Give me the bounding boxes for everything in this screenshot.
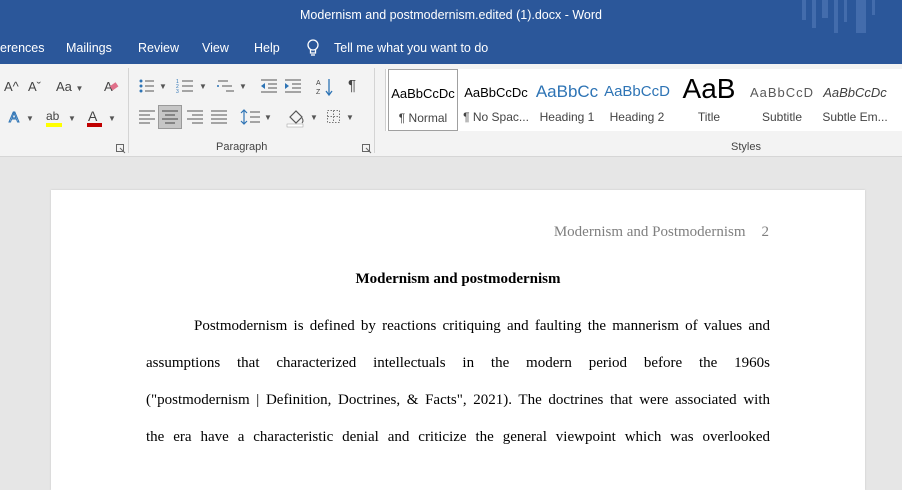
- body-line: Postmodernism is defined by reactions cr…: [194, 318, 770, 334]
- style-title[interactable]: AaB Title: [676, 69, 742, 131]
- svg-text:▼: ▼: [199, 82, 207, 91]
- style-heading-1[interactable]: AaBbCc Heading 1: [534, 69, 600, 131]
- style-normal[interactable]: AaBbCcDc ¶ Normal: [388, 69, 458, 131]
- svg-text:▼: ▼: [264, 113, 272, 122]
- tab-help[interactable]: Help: [254, 41, 280, 55]
- font-dialog-launcher-icon[interactable]: [116, 142, 126, 158]
- svg-text:▼: ▼: [108, 114, 116, 123]
- tab-references[interactable]: erences: [0, 41, 44, 55]
- svg-text:A: A: [316, 80, 321, 87]
- styles-gallery: AaBbCcDc ¶ Normal AaBbCcDc ¶ No Spac... …: [385, 69, 902, 131]
- running-head: Modernism and Postmodernism: [553, 224, 746, 240]
- svg-text:▼: ▼: [159, 82, 167, 91]
- svg-text:ab: ab: [46, 109, 60, 123]
- svg-text:▼: ▼: [68, 114, 76, 123]
- numbering-icon[interactable]: 1 2 3 ▼: [176, 77, 208, 99]
- sort-icon[interactable]: AZ: [316, 77, 334, 101]
- decrease-indent-icon[interactable]: [260, 77, 278, 99]
- align-center-icon[interactable]: [158, 105, 182, 129]
- ribbon: A^ Aˇ Aa ▼ A A ▼ ab ▼ A ▼ ▼ 1 2 3 ▼ ▼ AZ ¶: [0, 64, 902, 157]
- increase-indent-icon[interactable]: [284, 77, 302, 99]
- body-line: ("postmodernism | Definition, Doctrines,…: [146, 392, 770, 408]
- group-separator: [374, 68, 375, 153]
- align-right-icon[interactable]: [186, 109, 204, 129]
- style-heading-2[interactable]: AaBbCcD Heading 2: [604, 69, 670, 131]
- justify-icon[interactable]: [210, 109, 228, 129]
- text-effects-icon[interactable]: A ▼: [8, 108, 36, 130]
- svg-text:A: A: [9, 109, 19, 126]
- page-number: 2: [761, 224, 770, 240]
- bullets-icon[interactable]: ▼: [138, 77, 168, 99]
- tell-me-search[interactable]: Tell me what you want to do: [334, 41, 488, 55]
- svg-text:▼: ▼: [26, 114, 34, 123]
- body-line: the era have a characteristic denial and…: [146, 429, 770, 445]
- group-separator: [128, 68, 129, 153]
- shading-icon[interactable]: ▼: [286, 108, 320, 132]
- style-subtitle[interactable]: AaBbCcD Subtitle: [748, 69, 816, 131]
- paragraph-group-label: Paragraph: [216, 141, 268, 153]
- clear-formatting-icon[interactable]: A: [103, 78, 119, 98]
- paragraph-dialog-launcher-icon[interactable]: [362, 142, 372, 158]
- tab-review[interactable]: Review: [138, 41, 179, 55]
- title-bar: Modernism and postmodernism.edited (1).d…: [0, 0, 902, 33]
- svg-text:▼: ▼: [346, 113, 354, 122]
- svg-text:▼: ▼: [239, 82, 247, 91]
- multilevel-list-icon[interactable]: ▼: [216, 77, 248, 99]
- menu-bar: erences Mailings Review View Help Tell m…: [0, 33, 902, 64]
- title-bar-decoration: [792, 0, 902, 33]
- grow-font-icon[interactable]: A^: [4, 79, 19, 95]
- show-formatting-icon[interactable]: ¶: [348, 78, 356, 94]
- tab-view[interactable]: View: [202, 41, 229, 55]
- shrink-font-icon[interactable]: Aˇ: [28, 79, 41, 95]
- lightbulb-icon: [306, 39, 320, 60]
- document-canvas[interactable]: Modernism and Postmodernism 2 Modernism a…: [0, 158, 902, 490]
- line-spacing-icon[interactable]: ▼: [240, 108, 272, 130]
- font-color-icon[interactable]: A ▼: [86, 108, 120, 132]
- svg-text:▼: ▼: [310, 113, 318, 122]
- document-page[interactable]: Modernism and Postmodernism 2 Modernism a…: [51, 190, 865, 490]
- change-case-icon[interactable]: Aa ▼: [56, 79, 83, 97]
- tab-mailings[interactable]: Mailings: [66, 41, 112, 55]
- page-header: Modernism and Postmodernism 2: [554, 224, 769, 241]
- svg-text:A: A: [88, 108, 98, 124]
- svg-text:3: 3: [176, 89, 179, 95]
- body-line: assumptions that characterized intellect…: [146, 355, 770, 371]
- svg-text:Z: Z: [316, 89, 321, 96]
- borders-icon[interactable]: ▼: [326, 108, 358, 130]
- style-no-spacing[interactable]: AaBbCcDc ¶ No Spac...: [460, 69, 532, 131]
- align-left-icon[interactable]: [138, 109, 156, 129]
- window-title: Modernism and postmodernism.edited (1).d…: [300, 8, 602, 22]
- style-subtle-emphasis[interactable]: AaBbCcDc Subtle Em...: [820, 69, 890, 131]
- styles-group-label: Styles: [731, 141, 761, 153]
- highlight-color-icon[interactable]: ab ▼: [44, 108, 78, 132]
- document-title: Modernism and postmodernism: [355, 271, 561, 287]
